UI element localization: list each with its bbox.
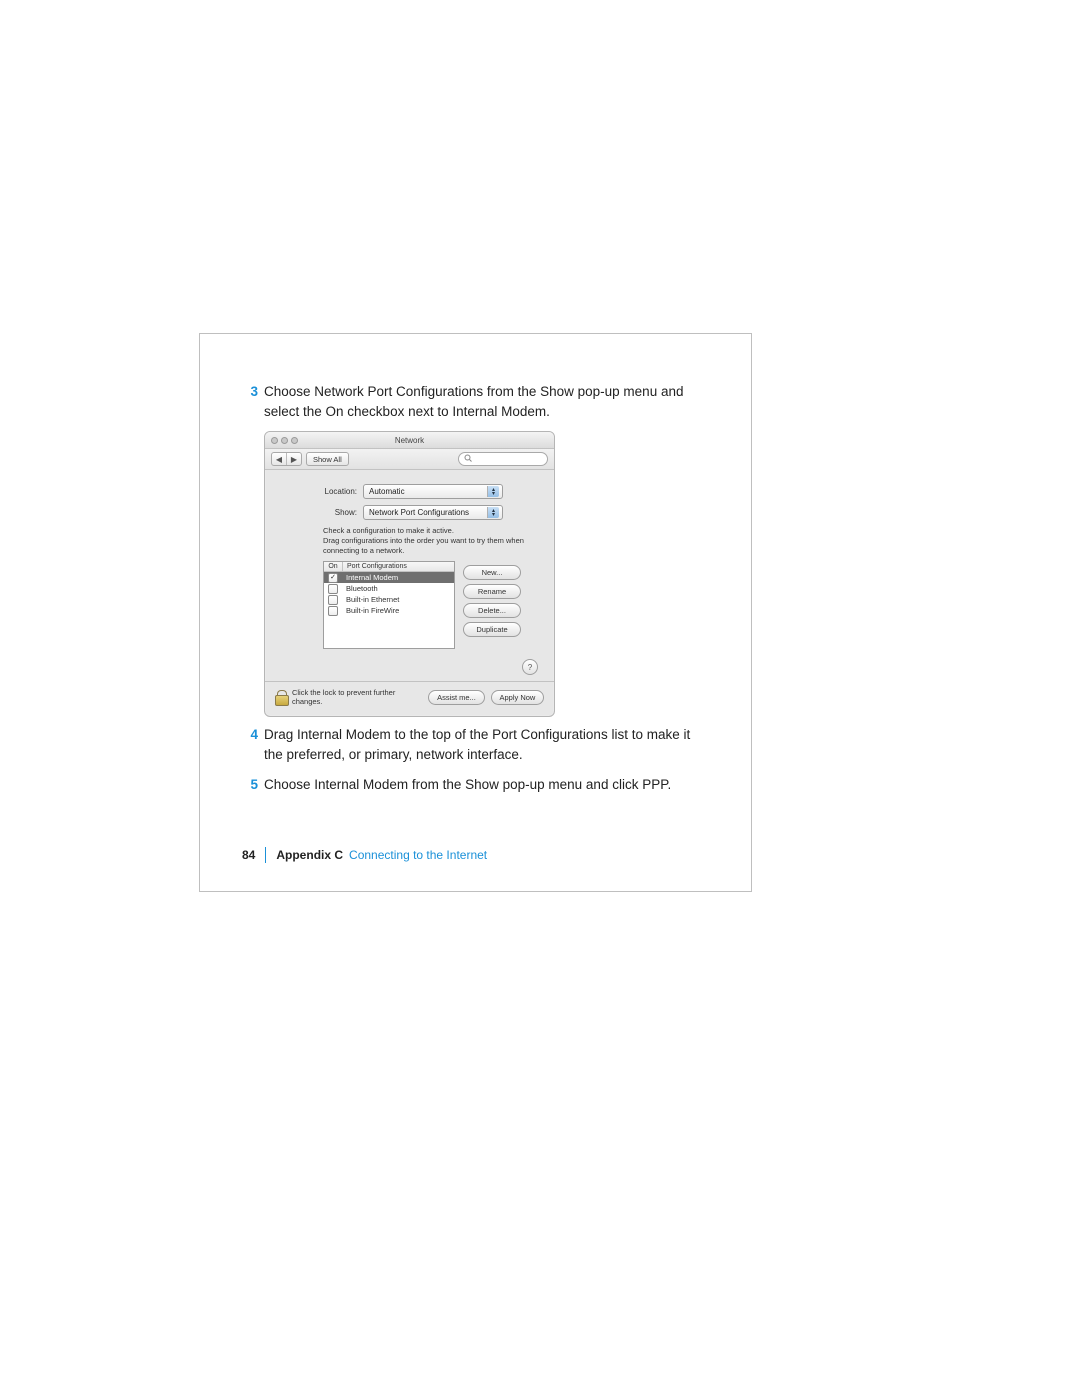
show-row: Show: Network Port Configurations ▴▾ <box>281 505 538 520</box>
location-popup[interactable]: Automatic ▴▾ <box>363 484 503 499</box>
apply-label: Apply Now <box>500 693 536 702</box>
col-port: Port Configurations <box>343 562 454 571</box>
step-3: 3 Choose Network Port Configurations fro… <box>242 382 709 421</box>
hint-line-2: Drag configurations into the order you w… <box>323 536 524 555</box>
updown-icon: ▴▾ <box>487 486 499 497</box>
assist-label: Assist me... <box>437 693 476 702</box>
help-icon: ? <box>528 663 532 672</box>
help-row: ? <box>265 653 554 675</box>
show-all-label: Show All <box>313 455 342 464</box>
appendix-link[interactable]: Connecting to the Internet <box>349 848 487 862</box>
step-number: 4 <box>242 725 258 764</box>
appendix-label: Appendix C <box>276 848 343 862</box>
col-on: On <box>324 562 343 571</box>
port-buttons: New... Rename Delete... Duplicate <box>463 561 521 649</box>
lock-text: Click the lock to prevent further change… <box>292 688 416 706</box>
step-text: Drag Internal Modem to the top of the Po… <box>264 725 709 764</box>
document-page: 3 Choose Network Port Configurations fro… <box>0 0 1080 1397</box>
table-header: On Port Configurations <box>324 562 454 572</box>
step-text: Choose Internal Modem from the Show pop-… <box>264 775 709 795</box>
page-content-frame: 3 Choose Network Port Configurations fro… <box>199 333 752 892</box>
show-popup[interactable]: Network Port Configurations ▴▾ <box>363 505 503 520</box>
table-row[interactable]: Built-in Ethernet <box>324 594 454 605</box>
page-number: 84 <box>242 848 255 862</box>
location-value: Automatic <box>369 487 405 496</box>
search-input[interactable] <box>458 452 548 466</box>
rename-button[interactable]: Rename <box>463 584 521 599</box>
location-label: Location: <box>281 487 357 496</box>
chevron-right-icon: ▶ <box>291 455 297 464</box>
rename-label: Rename <box>478 587 506 596</box>
window-footer: Click the lock to prevent further change… <box>265 682 554 716</box>
table-row[interactable]: Built-in FireWire <box>324 605 454 616</box>
back-button[interactable]: ◀ <box>272 453 286 465</box>
table-row[interactable]: ✓ Internal Modem <box>324 572 454 583</box>
row-label: Built-in Ethernet <box>342 595 454 604</box>
window-titlebar[interactable]: Network <box>265 432 554 449</box>
step-4: 4 Drag Internal Modem to the top of the … <box>242 725 709 764</box>
new-label: New... <box>482 568 503 577</box>
footer-divider <box>265 847 266 863</box>
show-label: Show: <box>281 508 357 517</box>
table-row[interactable]: Bluetooth <box>324 583 454 594</box>
hint-line-1: Check a configuration to make it active. <box>323 526 454 535</box>
row-label: Built-in FireWire <box>342 606 454 615</box>
nav-back-forward[interactable]: ◀ ▶ <box>271 452 302 466</box>
network-prefs-window: Network ◀ ▶ Show All Location: <box>264 431 555 717</box>
help-button[interactable]: ? <box>522 659 538 675</box>
port-config-table[interactable]: On Port Configurations ✓ Internal Modem … <box>323 561 455 649</box>
delete-button[interactable]: Delete... <box>463 603 521 618</box>
checkbox-off[interactable] <box>328 595 338 605</box>
duplicate-button[interactable]: Duplicate <box>463 622 521 637</box>
step-text: Choose Network Port Configurations from … <box>264 382 709 421</box>
row-label: Internal Modem <box>342 573 454 582</box>
lock-icon[interactable] <box>275 690 286 704</box>
prefs-body: Location: Automatic ▴▾ Show: Network Por… <box>265 470 554 653</box>
row-label: Bluetooth <box>342 584 454 593</box>
duplicate-label: Duplicate <box>476 625 507 634</box>
chevron-left-icon: ◀ <box>276 455 282 464</box>
checkbox-on[interactable]: ✓ <box>328 573 338 583</box>
apply-button[interactable]: Apply Now <box>491 690 544 705</box>
search-icon <box>464 454 472 464</box>
checkbox-off[interactable] <box>328 584 338 594</box>
window-title: Network <box>265 436 554 445</box>
new-button[interactable]: New... <box>463 565 521 580</box>
step-number: 3 <box>242 382 258 421</box>
step-number: 5 <box>242 775 258 795</box>
step-5: 5 Choose Internal Modem from the Show po… <box>242 775 709 795</box>
delete-label: Delete... <box>478 606 506 615</box>
page-footer: 84 Appendix C Connecting to the Internet <box>242 847 487 863</box>
location-row: Location: Automatic ▴▾ <box>281 484 538 499</box>
port-config-area: On Port Configurations ✓ Internal Modem … <box>323 561 538 649</box>
show-all-button[interactable]: Show All <box>306 452 349 466</box>
forward-button[interactable]: ▶ <box>286 453 301 465</box>
hint-text: Check a configuration to make it active.… <box>323 526 538 555</box>
assist-button[interactable]: Assist me... <box>428 690 485 705</box>
checkbox-off[interactable] <box>328 606 338 616</box>
updown-icon: ▴▾ <box>487 507 499 518</box>
show-value: Network Port Configurations <box>369 508 469 517</box>
window-toolbar: ◀ ▶ Show All <box>265 449 554 470</box>
